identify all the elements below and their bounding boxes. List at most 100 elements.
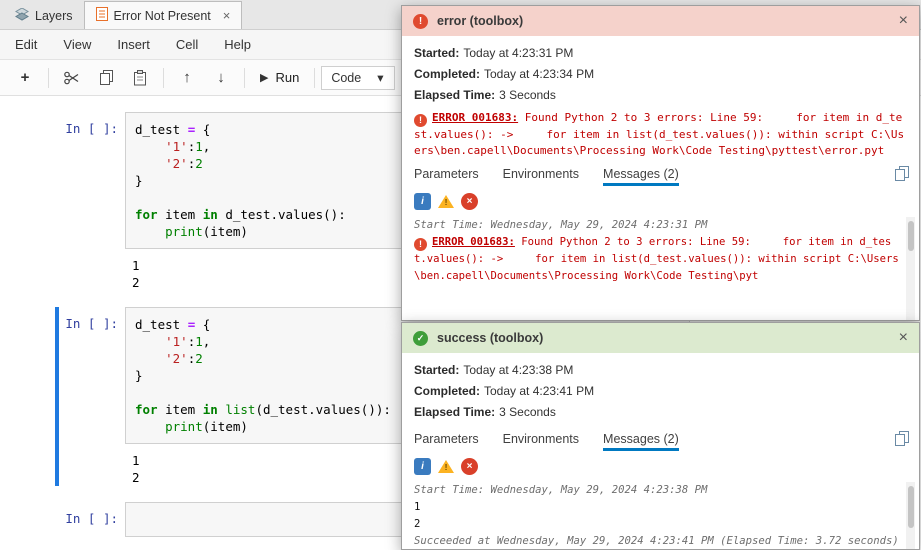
scrollbar-thumb[interactable] [907, 486, 914, 528]
messages-scrollbar[interactable] [906, 217, 915, 320]
elapsed-row: Elapsed Time: 3 Seconds [414, 85, 907, 106]
message-filter-bar: i ! × [414, 193, 907, 210]
success-result-panel: ✓ success (toolbox) × Started: Today at 4… [401, 322, 920, 550]
completed-label: Completed: [414, 384, 480, 398]
notebook-icon [95, 7, 108, 24]
panel-tab-parameters[interactable]: Parameters [414, 167, 479, 186]
message-meta: Succeeded at Wednesday, May 29, 2024 4:2… [414, 535, 899, 547]
selected-cell-indicator [55, 307, 59, 486]
cell-type-dropdown[interactable]: Code ▾ [321, 65, 396, 90]
add-cell-button[interactable]: + [8, 65, 42, 91]
chevron-down-icon: ▾ [377, 71, 384, 85]
move-cell-up-button[interactable]: ↑ [170, 65, 204, 91]
close-tab-icon[interactable]: × [223, 9, 231, 22]
panel-tab-parameters[interactable]: Parameters [414, 432, 479, 451]
started-label: Started: [414, 46, 460, 60]
info-filter-icon[interactable]: i [414, 458, 431, 475]
elapsed-label: Elapsed Time: [414, 88, 496, 102]
close-icon[interactable]: × [899, 330, 908, 346]
panel-tab-environments[interactable]: Environments [503, 432, 579, 451]
message-error: ! ERROR 001683: Found Python 2 to 3 error… [414, 236, 899, 282]
completed-value: Today at 4:23:34 PM [484, 67, 595, 81]
toolbar-separator [163, 67, 164, 88]
elapsed-value: 3 Seconds [499, 88, 556, 102]
tab-layers[interactable]: Layers [4, 3, 84, 29]
copy-messages-icon[interactable] [895, 431, 909, 450]
cell-prompt: In [ ]: [65, 511, 118, 526]
run-cell-button[interactable]: ▶ Run [251, 65, 308, 91]
error-icon: ! [414, 114, 427, 127]
panel-tabs: Parameters Environments Messages (2) [414, 166, 909, 186]
messages-area: Start Time: Wednesday, May 29, 2024 4:23… [414, 217, 915, 320]
started-value: Today at 4:23:38 PM [463, 363, 574, 377]
message-plain: 1 [414, 501, 421, 513]
warning-mark: ! [444, 462, 448, 472]
move-cell-down-button[interactable]: ↓ [204, 65, 238, 91]
error-icon: ! [414, 238, 427, 251]
cell-type-value: Code [331, 70, 362, 85]
run-label: Run [275, 70, 300, 85]
close-icon[interactable]: × [899, 13, 908, 29]
completed-row: Completed: Today at 4:23:41 PM [414, 381, 907, 402]
menu-cell[interactable]: Cell [163, 37, 211, 52]
scrollbar-thumb[interactable] [907, 221, 914, 251]
cut-cell-button[interactable] [55, 65, 89, 91]
cell-prompt: In [ ]: [65, 316, 118, 331]
menu-help[interactable]: Help [211, 37, 264, 52]
arcgis-notebook-window: Layers Error Not Present × Edit View Inser… [0, 0, 921, 550]
menu-edit[interactable]: Edit [2, 37, 50, 52]
success-status-icon: ✓ [413, 330, 428, 346]
error-status-icon: ! [413, 13, 428, 29]
message-meta: Start Time: Wednesday, May 29, 2024 4:23… [414, 484, 708, 496]
warning-mark: ! [444, 197, 448, 207]
completed-label: Completed: [414, 67, 480, 81]
menu-view[interactable]: View [50, 37, 104, 52]
panel-tab-messages[interactable]: Messages (2) [603, 432, 679, 451]
panel-tabs: Parameters Environments Messages (2) [414, 431, 909, 451]
play-icon: ▶ [260, 72, 269, 84]
warning-filter-icon[interactable]: ! [437, 458, 455, 475]
error-banner: ! ERROR 001683: Found Python 2 to 3 error… [414, 110, 907, 158]
error-code[interactable]: ERROR 001683: [432, 236, 515, 248]
panel-title: success (toolbox) [437, 331, 544, 345]
messages-area: Start Time: Wednesday, May 29, 2024 4:23… [414, 482, 915, 549]
toolbar-separator [48, 67, 49, 88]
paste-cell-button[interactable] [123, 65, 157, 91]
tab-label: Error Not Present [113, 8, 211, 23]
messages-scrollbar[interactable] [906, 482, 915, 549]
completed-row: Completed: Today at 4:23:34 PM [414, 64, 907, 85]
info-filter-icon[interactable]: i [414, 193, 431, 210]
panel-body: Started: Today at 4:23:38 PM Completed: To… [402, 353, 919, 549]
copy-messages-icon[interactable] [895, 166, 909, 185]
panel-tab-environments[interactable]: Environments [503, 167, 579, 186]
menu-insert[interactable]: Insert [104, 37, 163, 52]
error-result-panel: ! error (toolbox) × Started: Today at 4:2… [401, 5, 920, 321]
elapsed-value: 3 Seconds [499, 405, 556, 419]
message-filter-bar: i ! × [414, 458, 907, 475]
success-panel-header[interactable]: ✓ success (toolbox) × [402, 323, 919, 353]
completed-value: Today at 4:23:41 PM [484, 384, 595, 398]
panel-title: error (toolbox) [437, 14, 524, 28]
elapsed-label: Elapsed Time: [414, 405, 496, 419]
toolbar-separator [244, 67, 245, 88]
layers-icon [15, 7, 29, 24]
message-meta: Start Time: Wednesday, May 29, 2024 4:23… [414, 219, 708, 231]
message-plain: 2 [414, 518, 421, 530]
tab-error-not-present[interactable]: Error Not Present × [83, 1, 243, 29]
tab-label: Layers [35, 9, 73, 23]
error-panel-header[interactable]: ! error (toolbox) × [402, 6, 919, 36]
started-row: Started: Today at 4:23:38 PM [414, 360, 907, 381]
panel-tab-messages[interactable]: Messages (2) [603, 167, 679, 186]
toolbar-separator [314, 67, 316, 88]
warning-filter-icon[interactable]: ! [437, 193, 455, 210]
copy-cell-button[interactable] [89, 65, 123, 91]
error-code[interactable]: ERROR 001683: [432, 111, 518, 124]
cell-prompt: In [ ]: [65, 121, 118, 136]
elapsed-row: Elapsed Time: 3 Seconds [414, 402, 907, 423]
error-filter-icon[interactable]: × [461, 193, 478, 210]
started-value: Today at 4:23:31 PM [463, 46, 574, 60]
started-row: Started: Today at 4:23:31 PM [414, 43, 907, 64]
error-filter-icon[interactable]: × [461, 458, 478, 475]
started-label: Started: [414, 363, 460, 377]
panel-body: Started: Today at 4:23:31 PM Completed: To… [402, 36, 919, 320]
